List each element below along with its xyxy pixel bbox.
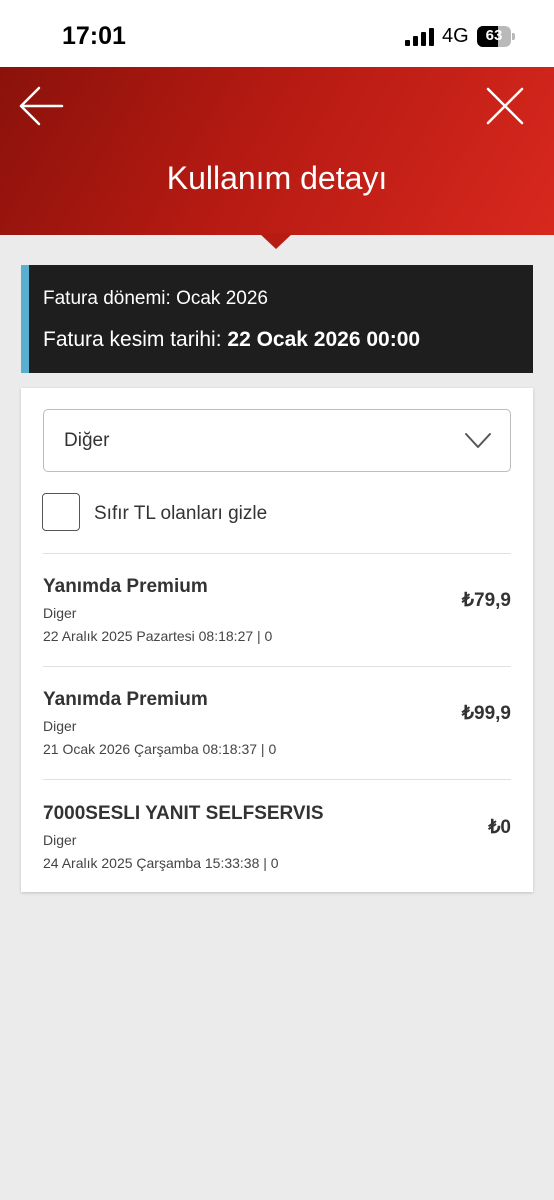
item-category: Diger xyxy=(43,832,77,848)
item-date: 22 Aralık 2025 Pazartesi 08:18:27 | 0 xyxy=(43,628,273,644)
item-price: ₺0 xyxy=(488,817,511,838)
item-category: Diger xyxy=(43,718,77,734)
bill-period: Fatura dönemi: Ocak 2026 xyxy=(43,288,268,309)
page-title: Kullanım detayı xyxy=(166,160,388,196)
arrow-left-icon[interactable] xyxy=(18,86,64,126)
item-title: Yanımda Premium xyxy=(43,689,208,710)
item-category: Diger xyxy=(43,605,77,621)
item-date: 21 Ocak 2026 Çarşamba 08:18:37 | 0 xyxy=(43,741,277,757)
divider xyxy=(43,779,511,780)
battery-percent: 63 xyxy=(485,27,503,44)
item-price: ₺99,9 xyxy=(461,703,511,724)
battery-icon: 63 xyxy=(477,26,515,47)
hide-zero-checkbox[interactable] xyxy=(42,493,80,531)
signal-icon xyxy=(405,28,435,46)
item-title: Yanımda Premium xyxy=(43,576,208,597)
bill-cut-value: 22 Ocak 2026 00:00 xyxy=(227,328,421,351)
info-accent-bar xyxy=(21,265,29,373)
category-dropdown[interactable]: Diğer xyxy=(43,409,511,472)
item-price: ₺79,9 xyxy=(461,590,511,611)
divider xyxy=(43,553,511,554)
close-icon[interactable] xyxy=(485,86,525,126)
network-type: 4G xyxy=(442,25,469,47)
chevron-down-icon xyxy=(465,433,491,448)
status-bar: 17:01 4G 63 xyxy=(0,0,554,67)
hide-zero-label[interactable]: Sıfır TL olanları gizle xyxy=(94,503,267,525)
status-time: 17:01 xyxy=(62,22,126,50)
bill-cut-label: Fatura kesim tarihi: xyxy=(43,328,228,351)
bill-info-box xyxy=(21,265,533,373)
header-bar xyxy=(0,67,554,235)
bill-cut-date: Fatura kesim tarihi: 22 Ocak 2026 00:00 xyxy=(43,328,420,352)
dropdown-selected-value: Diğer xyxy=(64,430,110,451)
divider xyxy=(43,666,511,667)
header-pointer xyxy=(259,233,293,249)
item-title: 7000SESLI YANIT SELFSERVIS xyxy=(43,803,324,824)
item-date: 24 Aralık 2025 Çarşamba 15:33:38 | 0 xyxy=(43,855,279,871)
